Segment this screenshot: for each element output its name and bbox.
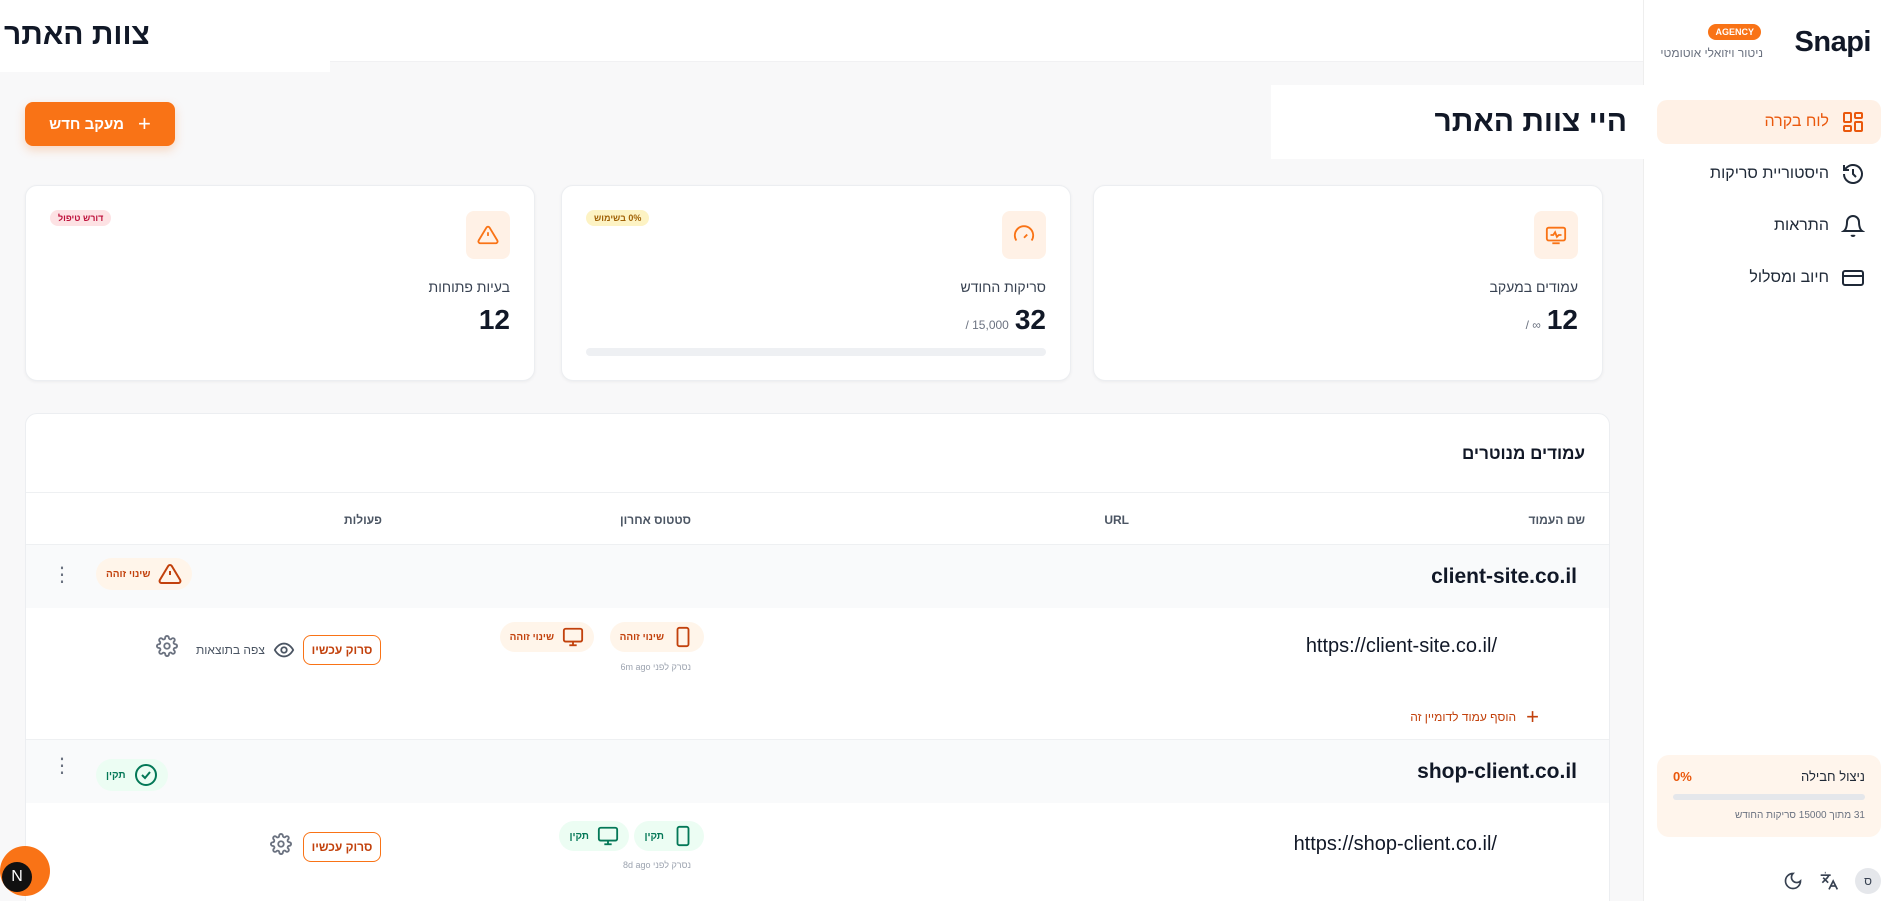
stat-value: / ∞ 12: [1526, 304, 1578, 336]
domain-name: client-site.co.il: [1431, 565, 1577, 588]
stat-label: בעיות פתוחות: [428, 279, 510, 295]
view-results-link[interactable]: צפה בתוצאות: [196, 639, 295, 661]
avatar[interactable]: ס: [1855, 868, 1881, 894]
usage-label: ניצול חבילה: [1801, 769, 1865, 784]
brand-subtitle: ניטור ויזואלי אוטומטי: [1660, 46, 1763, 60]
scan-now-button[interactable]: סרוק עכשיו: [303, 832, 381, 862]
page-url[interactable]: https://shop-client.co.il/: [1294, 833, 1497, 856]
translate-icon[interactable]: [1819, 871, 1839, 891]
warning-icon: [466, 211, 510, 259]
page-title-box: צוות האתר: [0, 0, 330, 72]
column-status: סטטוס אחרון: [620, 513, 691, 527]
domain-group-row[interactable]: shop-client.co.il תקין ⋮: [26, 739, 1609, 803]
table-row: https://client-site.co.il/ שינוי זוהה שי…: [26, 608, 1609, 732]
column-url: URL: [1104, 513, 1129, 527]
sidebar-item-alerts[interactable]: התראות: [1657, 204, 1881, 248]
desktop-status-badge: שינוי זוהה: [499, 622, 594, 652]
mobile-icon: [676, 626, 690, 648]
usage-badge: 0% בשימוש: [586, 210, 650, 226]
stat-value: / 15,000 32: [965, 304, 1046, 336]
more-options-icon[interactable]: ⋮: [52, 563, 72, 587]
column-name: שם העמוד: [1528, 513, 1585, 527]
bell-icon: [1841, 215, 1865, 237]
stat-number: 12: [478, 304, 510, 335]
table-header: שם העמוד URL סטטוס אחרון פעולות: [26, 492, 1609, 544]
check-circle-icon: [134, 764, 157, 786]
last-scan-time: נסרק לפני 6m ago: [620, 662, 691, 672]
sidebar-item-label: התראות: [1774, 217, 1829, 234]
settings-gear-icon[interactable]: [270, 833, 292, 855]
stat-sub: / 15,000: [965, 318, 1009, 332]
stat-number: 12: [1546, 304, 1578, 335]
sidebar-item-label: לוח בקרה: [1764, 113, 1829, 130]
page-url[interactable]: https://client-site.co.il/: [1306, 635, 1497, 658]
stat-value: 12: [479, 304, 510, 336]
sidebar-item-billing[interactable]: חיוב ומסלול: [1657, 256, 1881, 300]
sidebar-item-dashboard[interactable]: לוח בקרה: [1657, 100, 1881, 144]
warning-icon: [158, 563, 182, 584]
dark-mode-icon[interactable]: [1783, 871, 1803, 891]
greeting-text: היי צוות האתר: [1434, 105, 1627, 138]
stat-card-scans: סריקות החודש / 15,000 32 0% בשימוש: [561, 185, 1071, 381]
page-title: צוות האתר: [4, 18, 150, 51]
monitored-pages-panel: עמודים מנוטרים שם העמוד URL סטטוס אחרון …: [25, 413, 1610, 901]
sidebar-item-label: היסטוריית סריקות: [1710, 165, 1829, 182]
stat-label: סריקות החודש: [960, 279, 1046, 295]
mobile-status-badge: תקין: [634, 821, 704, 851]
add-page-link[interactable]: + הוסף עמוד לדומיין זה: [1410, 706, 1539, 728]
domain-status-badge: תקין: [96, 759, 168, 791]
attention-badge: דורש טיפול: [50, 210, 112, 226]
stat-label: עמודים במעקב: [1489, 279, 1578, 295]
new-tracking-label: מעקב חדש: [49, 115, 125, 133]
settings-gear-icon[interactable]: [156, 635, 178, 657]
mobile-icon: [676, 825, 690, 847]
desktop-icon: [597, 826, 619, 846]
agency-badge: AGENCY: [1708, 24, 1761, 40]
desktop-status-badge: תקין: [559, 821, 629, 851]
scans-progress-bar: [586, 348, 1046, 356]
nextjs-dev-badge[interactable]: N: [2, 862, 32, 892]
brand-logo[interactable]: Snapi: [1795, 26, 1872, 59]
domain-name: shop-client.co.il: [1417, 760, 1577, 783]
table-row: https://shop-client.co.il/ תקין תקין נסר…: [26, 803, 1609, 901]
desktop-icon: [562, 627, 584, 647]
mobile-status-badge: שינוי זוהה: [609, 622, 704, 652]
plus-icon: +: [138, 111, 151, 136]
stat-number: 32: [1014, 304, 1046, 335]
usage-percent: 0%: [1673, 769, 1692, 784]
usage-card: ניצול חבילה 0% 31 מתוך 15000 סריקות החוד…: [1657, 755, 1881, 837]
sidebar: Snapi AGENCY ניטור ויזואלי אוטומטי לוח ב…: [1643, 0, 1893, 901]
plus-icon: +: [1526, 704, 1539, 729]
sidebar-item-history[interactable]: היסטוריית סריקות: [1657, 152, 1881, 196]
panel-title: עמודים מנוטרים: [1462, 444, 1585, 463]
usage-progress-bar: [1673, 794, 1865, 800]
monitor-pulse-icon: [1534, 211, 1578, 259]
more-options-icon[interactable]: ⋮: [52, 754, 72, 778]
brand: Snapi AGENCY ניטור ויזואלי אוטומטי: [1651, 24, 1872, 64]
credit-card-icon: [1842, 270, 1864, 286]
usage-note: 31 מתוך 15000 סריקות החודש: [1734, 810, 1865, 821]
domain-group-row[interactable]: client-site.co.il שינוי זוהה ⋮: [26, 544, 1609, 608]
scan-now-button[interactable]: סרוק עכשיו: [303, 635, 381, 665]
history-icon: [1843, 164, 1863, 184]
sidebar-item-label: חיוב ומסלול: [1749, 269, 1829, 286]
stat-sub: / ∞: [1525, 318, 1541, 332]
domain-status-badge: שינוי זוהה: [96, 558, 193, 590]
sidebar-nav: לוח בקרה היסטוריית סריקות התראות חיוב ומ…: [1657, 100, 1881, 308]
last-scan-time: נסרק לפני 8d ago: [623, 860, 691, 870]
stat-card-issues: בעיות פתוחות 12 דורש טיפול: [25, 185, 535, 381]
new-tracking-button[interactable]: + מעקב חדש: [25, 102, 175, 146]
stat-card-pages: עמודים במעקב / ∞ 12: [1093, 185, 1603, 381]
gauge-icon: [1002, 211, 1046, 259]
greeting: היי צוות האתר: [1271, 85, 1653, 159]
eye-icon: [273, 642, 295, 658]
sidebar-footer: ס: [1657, 867, 1881, 895]
dashboard-icon: [1843, 112, 1863, 132]
column-actions: פעולות: [344, 513, 382, 527]
